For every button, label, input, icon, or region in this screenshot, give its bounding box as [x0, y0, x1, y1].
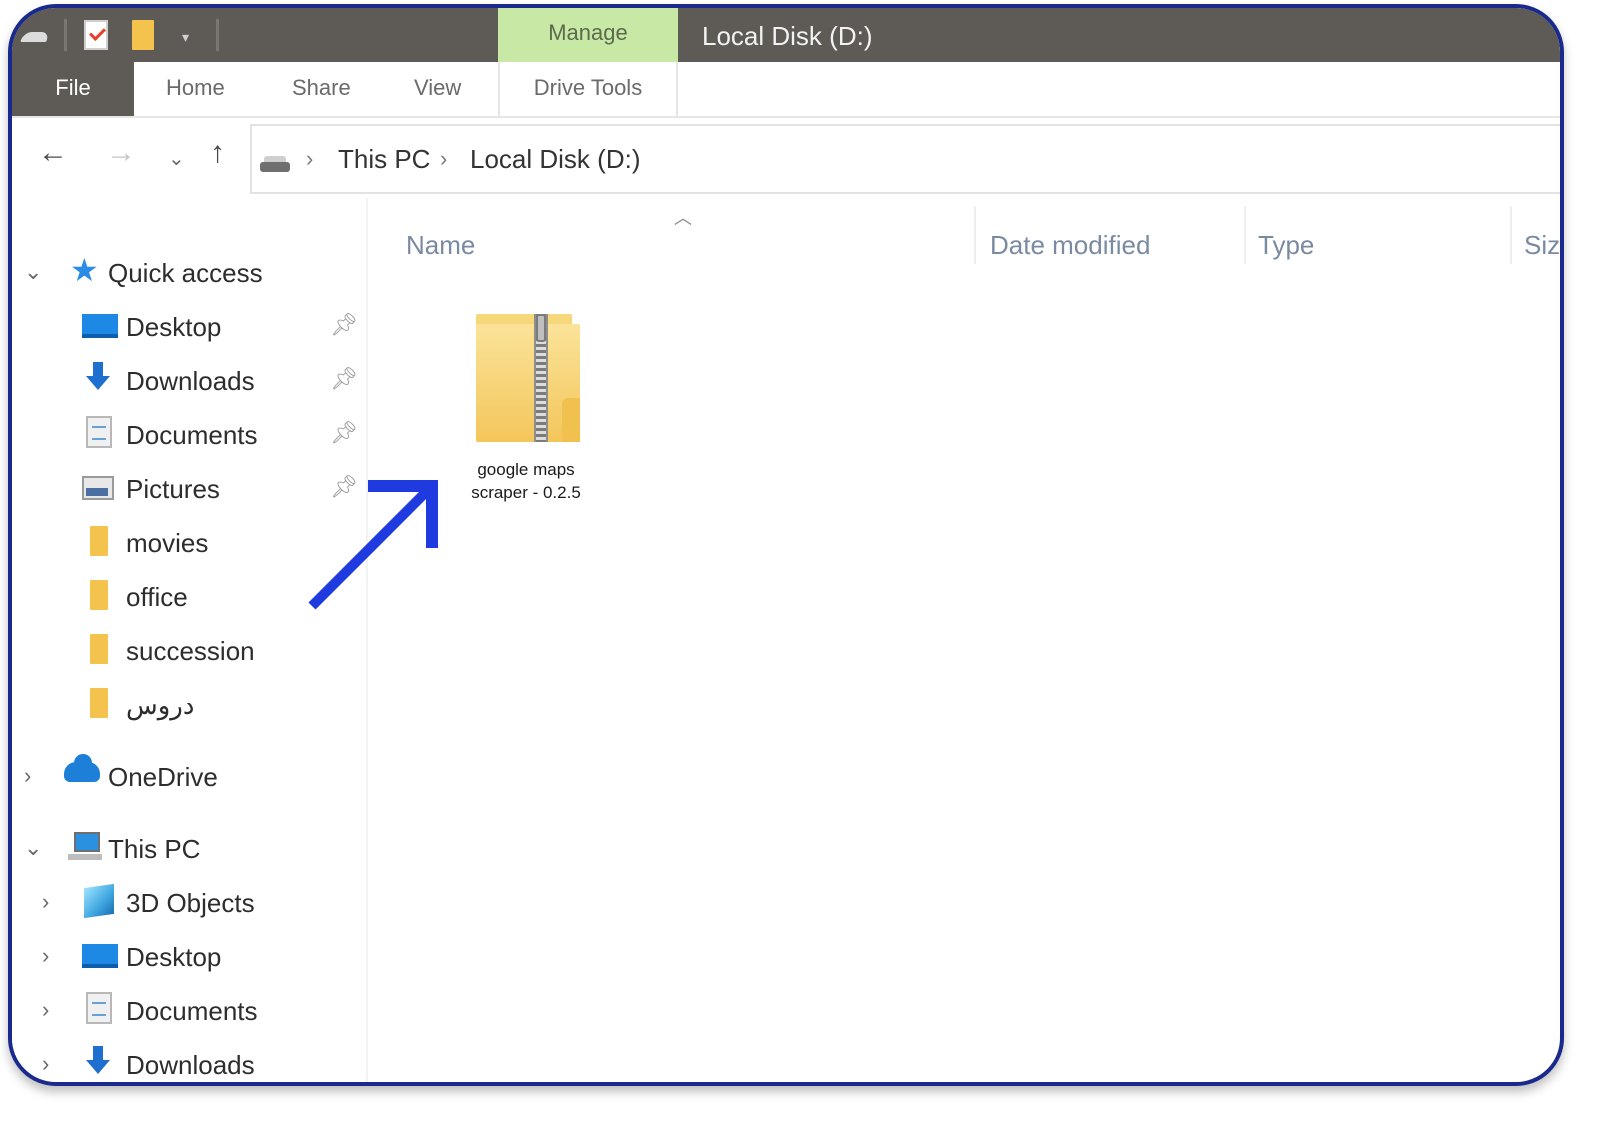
- folder-icon: [90, 580, 108, 610]
- downloads-icon: [86, 362, 110, 394]
- nav-item-pc-desktop[interactable]: › Desktop: [12, 936, 362, 976]
- documents-icon: [86, 416, 112, 448]
- nav-item-label: Desktop: [126, 312, 222, 342]
- nav-item-label: Downloads: [126, 1050, 255, 1080]
- breadcrumb-this-pc[interactable]: This PC: [338, 144, 430, 174]
- pane-divider[interactable]: [366, 198, 368, 1082]
- computer-icon: [68, 832, 102, 860]
- column-header-label: Type: [1258, 230, 1315, 260]
- nav-item-label: Desktop: [126, 942, 222, 972]
- star-icon: ★: [70, 252, 99, 288]
- column-header-date-modified[interactable]: Date modified: [976, 208, 1242, 268]
- nav-item-desktop[interactable]: Desktop 📌︎: [12, 306, 362, 346]
- column-header-label: Siz: [1524, 230, 1560, 260]
- pin-icon[interactable]: 📌︎: [330, 420, 358, 446]
- nav-quick-access-label: Quick access: [108, 258, 263, 288]
- nav-item-label: movies: [126, 528, 209, 558]
- breadcrumb-separator-icon[interactable]: ›: [440, 144, 447, 174]
- column-header-size[interactable]: Siz: [1512, 208, 1560, 268]
- nav-onedrive-label: OneDrive: [108, 762, 218, 792]
- nav-item-succession[interactable]: succession: [12, 630, 362, 670]
- column-header-label: Name: [406, 230, 476, 260]
- nav-item-label: succession: [126, 636, 255, 666]
- pin-icon[interactable]: 📌︎: [330, 366, 358, 392]
- pictures-icon: [82, 476, 114, 500]
- tab-share[interactable]: Share: [292, 62, 351, 116]
- nav-quick-access[interactable]: ⌄ ★ Quick access: [12, 252, 362, 292]
- column-header-label: Date modified: [990, 230, 1151, 260]
- breadcrumb-local-disk[interactable]: Local Disk (D:): [470, 144, 640, 174]
- nav-item-lessons[interactable]: دروس: [12, 684, 362, 724]
- collapse-chevron-icon[interactable]: ›: [42, 1052, 49, 1076]
- back-arrow-icon[interactable]: ←: [38, 138, 68, 168]
- nav-item-pc-documents[interactable]: › Documents: [12, 990, 362, 1030]
- folder-icon: [90, 634, 108, 664]
- navigation-bar: ← → ⌄ ↑ › This PC › Local Disk (D:): [12, 118, 1560, 198]
- annotation-arrow-icon: [308, 480, 438, 610]
- collapse-chevron-icon[interactable]: ›: [42, 890, 49, 914]
- desktop-icon: [82, 944, 118, 968]
- toolbar-separator: [64, 19, 67, 51]
- file-name: google maps scraper - 0.2.5: [450, 458, 602, 504]
- nav-this-pc-label: This PC: [108, 834, 201, 864]
- drive-icon: [260, 156, 290, 172]
- properties-icon[interactable]: [84, 20, 108, 50]
- tab-drive-tools[interactable]: Drive Tools: [498, 62, 678, 116]
- column-header-type[interactable]: Type: [1246, 208, 1510, 268]
- toolbar-separator: [216, 19, 219, 51]
- folder-icon: [90, 526, 108, 556]
- zip-folder-icon: [476, 314, 580, 444]
- nav-item-3d-objects[interactable]: › 3D Objects: [12, 882, 362, 922]
- nav-item-label: دروس: [126, 690, 195, 720]
- nav-item-label: Downloads: [126, 366, 255, 396]
- expand-chevron-icon[interactable]: ⌄: [24, 260, 42, 284]
- tab-file[interactable]: File: [12, 62, 134, 116]
- nav-item-label: Documents: [126, 420, 258, 450]
- new-folder-icon[interactable]: [132, 20, 154, 50]
- file-name-line: google maps: [477, 460, 575, 479]
- title-bar: ▾ Manage Local Disk (D:): [12, 8, 1560, 62]
- downloads-icon: [86, 1046, 110, 1078]
- desktop-icon: [82, 314, 118, 338]
- address-bar[interactable]: › This PC › Local Disk (D:): [250, 124, 1560, 194]
- folder-icon: [90, 688, 108, 718]
- nav-item-documents[interactable]: Documents 📌︎: [12, 414, 362, 454]
- explorer-window-frame: ▾ Manage Local Disk (D:) File Home Share…: [8, 4, 1564, 1086]
- breadcrumb-separator-icon[interactable]: ›: [306, 144, 313, 174]
- onedrive-cloud-icon: [64, 754, 100, 782]
- navigation-pane: ⌄ ★ Quick access Desktop 📌︎ Downloads 📌︎…: [12, 198, 366, 1082]
- nav-item-label: Documents: [126, 996, 258, 1026]
- window-title: Local Disk (D:): [702, 21, 873, 51]
- nav-item-label: Pictures: [126, 474, 220, 504]
- nav-item-pc-downloads[interactable]: › Downloads: [12, 1044, 362, 1082]
- customize-toolbar-icon[interactable]: ▾: [182, 30, 189, 44]
- 3d-objects-icon: [84, 883, 114, 919]
- file-name-line: scraper - 0.2.5: [471, 483, 581, 502]
- nav-this-pc[interactable]: ⌄ This PC: [12, 828, 362, 868]
- nav-item-label: office: [126, 582, 188, 612]
- forward-arrow-icon[interactable]: →: [106, 138, 136, 168]
- drive-app-icon: [20, 32, 50, 42]
- expand-chevron-icon[interactable]: ⌄: [24, 836, 42, 860]
- collapse-chevron-icon[interactable]: ›: [24, 764, 31, 788]
- tab-home[interactable]: Home: [166, 62, 225, 116]
- collapse-chevron-icon[interactable]: ›: [42, 998, 49, 1022]
- documents-icon: [86, 992, 112, 1024]
- tab-manage[interactable]: Manage: [498, 8, 678, 62]
- nav-onedrive[interactable]: › OneDrive: [12, 754, 362, 796]
- column-header-name[interactable]: Name: [368, 208, 968, 268]
- collapse-chevron-icon[interactable]: ›: [42, 944, 49, 968]
- ribbon-tabs: File Home Share View Drive Tools: [12, 62, 1560, 118]
- nav-item-downloads[interactable]: Downloads 📌︎: [12, 360, 362, 400]
- pin-icon[interactable]: 📌︎: [330, 312, 358, 338]
- tab-view[interactable]: View: [414, 62, 461, 116]
- up-arrow-icon[interactable]: ↑: [210, 138, 225, 168]
- nav-item-label: 3D Objects: [126, 888, 255, 918]
- recent-locations-chevron-icon[interactable]: ⌄: [168, 144, 185, 174]
